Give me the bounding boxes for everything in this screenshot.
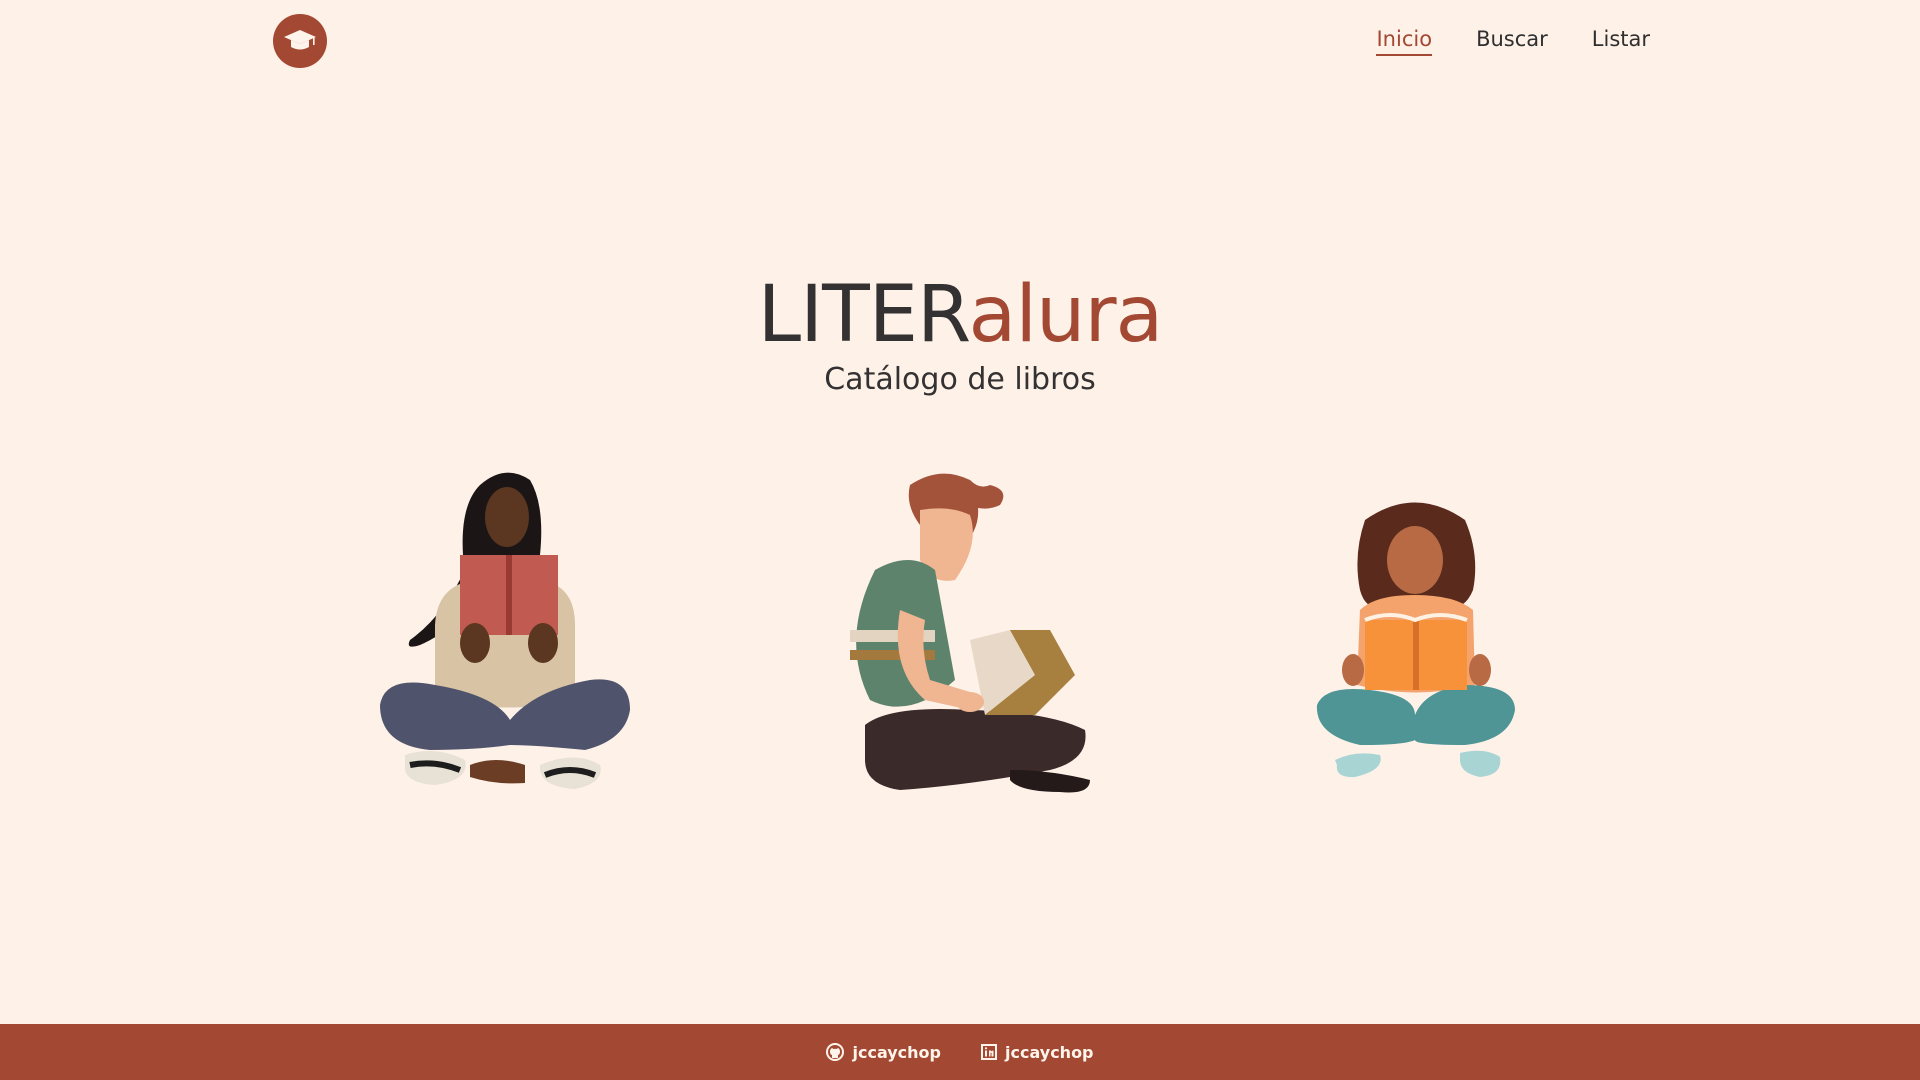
linkedin-icon xyxy=(981,1044,997,1060)
subtitle: Catálogo de libros xyxy=(824,362,1096,397)
footer-linkedin-label: jccaychop xyxy=(1005,1042,1094,1062)
footer-github-link[interactable]: jccaychop xyxy=(826,1043,941,1062)
brand-title: LITERalura xyxy=(0,270,1920,360)
footer-github-label: jccaychop xyxy=(852,1042,941,1062)
brand-title-accent: alura xyxy=(968,270,1164,360)
logo[interactable] xyxy=(273,14,327,68)
hero: LITERalura Catálogo de libros xyxy=(0,270,1920,400)
graduation-cap-icon xyxy=(284,30,316,50)
footer-linkedin-link[interactable]: jccaychop xyxy=(981,1043,1094,1062)
reader-illustration-left xyxy=(380,472,630,789)
reader-illustration-right xyxy=(1316,502,1515,778)
brand-title-dark: LITER xyxy=(757,270,970,360)
top-navigation-bar: Inicio Buscar Listar xyxy=(0,0,1920,80)
main-nav: Inicio Buscar Listar xyxy=(1376,24,1650,56)
footer: jccaychop jccaychop xyxy=(0,1024,1920,1080)
nav-link-buscar[interactable]: Buscar xyxy=(1476,24,1548,56)
nav-link-listar[interactable]: Listar xyxy=(1592,24,1650,56)
nav-link-inicio[interactable]: Inicio xyxy=(1376,24,1433,56)
github-icon xyxy=(826,1043,845,1061)
reader-illustration-center xyxy=(850,473,1090,793)
